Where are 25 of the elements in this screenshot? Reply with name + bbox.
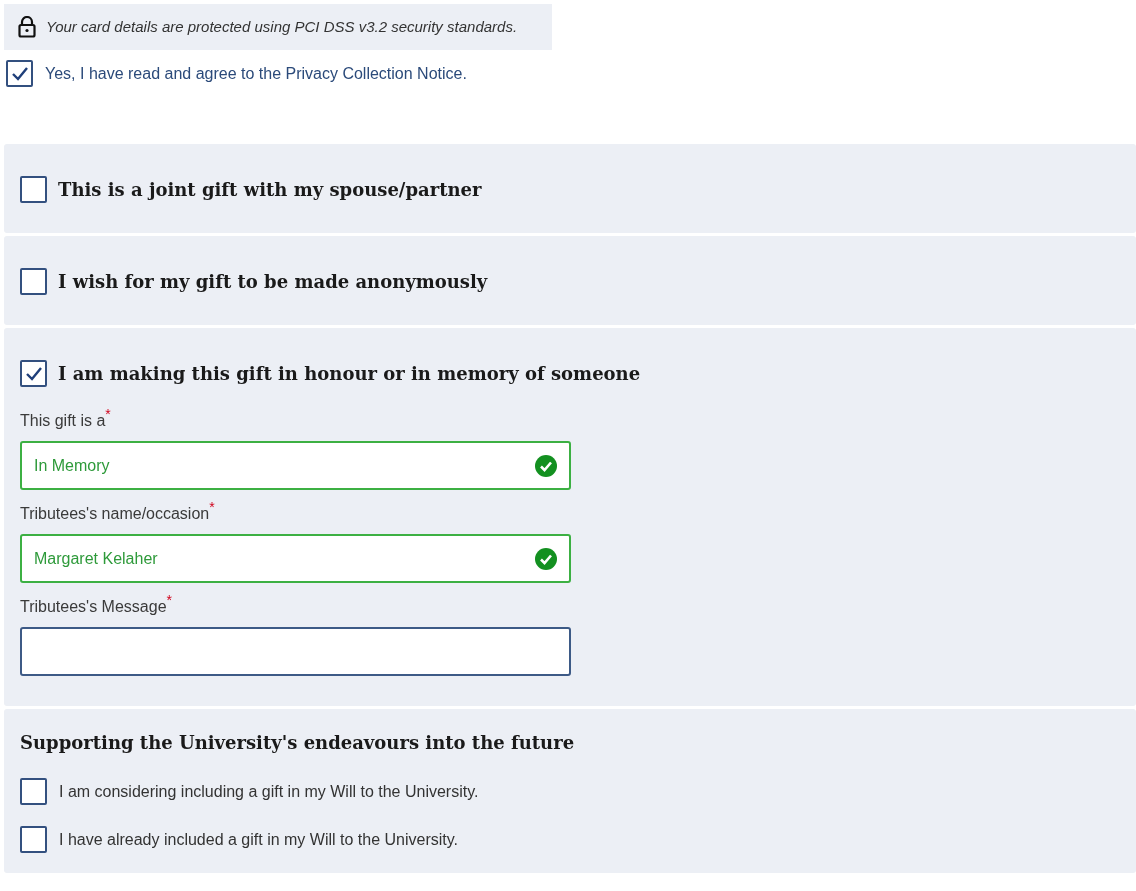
checkbox[interactable] [20, 778, 47, 805]
field-label: Tributees's name/occasion$^{*}$ [20, 504, 216, 524]
field-label: Tributees's Message$^{*}$ [20, 597, 173, 617]
checkmark-icon [10, 65, 29, 82]
option-label: I am making this gift in honour or in memory of someone [58, 362, 641, 386]
input-field[interactable]: Margaret Kelaher [20, 534, 571, 583]
checkbox-label: Yes, I have read and agree to the Privacy Collection Notice. [45, 63, 467, 84]
checkbox[interactable] [20, 176, 47, 203]
checkbox[interactable] [6, 60, 33, 87]
input-field[interactable] [20, 627, 571, 676]
option-label: This is a joint gift with my spouse/partner [58, 178, 482, 202]
lock-icon [18, 16, 36, 38]
checkbox[interactable] [20, 268, 47, 295]
input-field[interactable]: In Memory [20, 441, 571, 490]
checkbox-label: I am considering including a gift in my Will to the University. [59, 781, 479, 802]
checkbox[interactable] [20, 360, 47, 387]
checkbox-label: I have already included a gift in my Will to the University. [59, 829, 458, 850]
security-text: Your card details are protected using PCI DSS v3.2 security standards. [46, 16, 518, 37]
section-heading: Supporting the University's endeavours into the future [20, 731, 576, 755]
checkmark-circle-icon [535, 547, 557, 570]
checkbox[interactable] [20, 826, 47, 853]
checkmark-icon [24, 365, 43, 382]
checkmark-circle-icon [535, 454, 557, 477]
field-label: This gift is a$^{*}$ [20, 411, 112, 431]
option-label: I wish for my gift to be made anonymously [58, 270, 488, 294]
